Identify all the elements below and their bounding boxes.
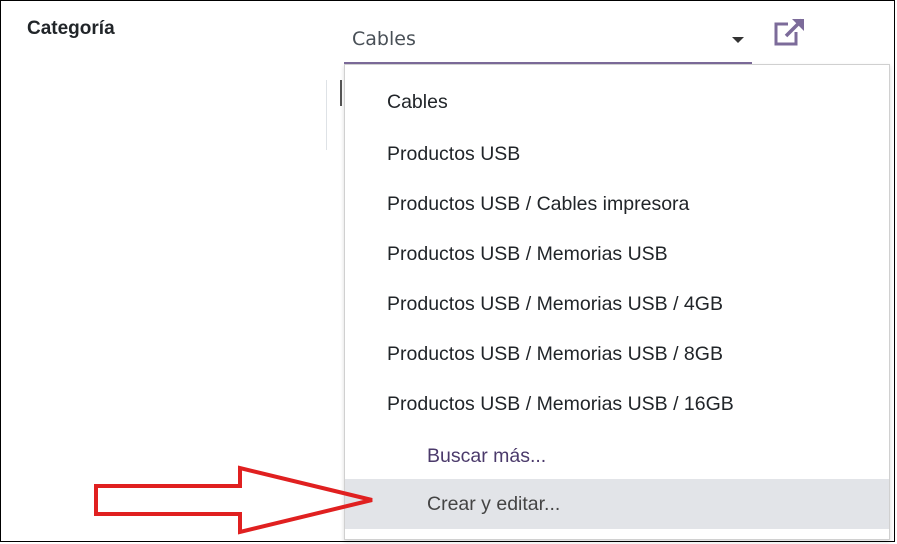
dropdown-item[interactable]: Cables (345, 77, 889, 127)
dropdown-item[interactable]: Productos USB / Cables impresora (345, 179, 889, 229)
dropdown-item[interactable]: Productos USB / Memorias USB (345, 229, 889, 279)
dropdown-item[interactable]: Productos USB / Memorias USB / 16GB (345, 379, 889, 429)
autocomplete-dropdown: Cables Productos USB Productos USB / Cab… (344, 64, 890, 540)
chevron-down-icon[interactable] (732, 37, 744, 43)
field-divider (326, 80, 327, 150)
text-cursor (340, 80, 342, 106)
external-link-icon[interactable] (772, 16, 808, 48)
category-input[interactable] (352, 24, 722, 54)
category-label: Categoría (27, 18, 115, 39)
category-select[interactable] (344, 14, 752, 64)
dropdown-item[interactable]: Productos USB (345, 129, 889, 179)
dropdown-item[interactable]: Productos USB / Memorias USB / 4GB (345, 279, 889, 329)
create-edit-link[interactable]: Crear y editar... (345, 479, 889, 529)
search-more-link[interactable]: Buscar más... (345, 431, 889, 481)
dropdown-item[interactable]: Productos USB / Memorias USB / 8GB (345, 329, 889, 379)
red-arrow-annotation (94, 465, 373, 535)
